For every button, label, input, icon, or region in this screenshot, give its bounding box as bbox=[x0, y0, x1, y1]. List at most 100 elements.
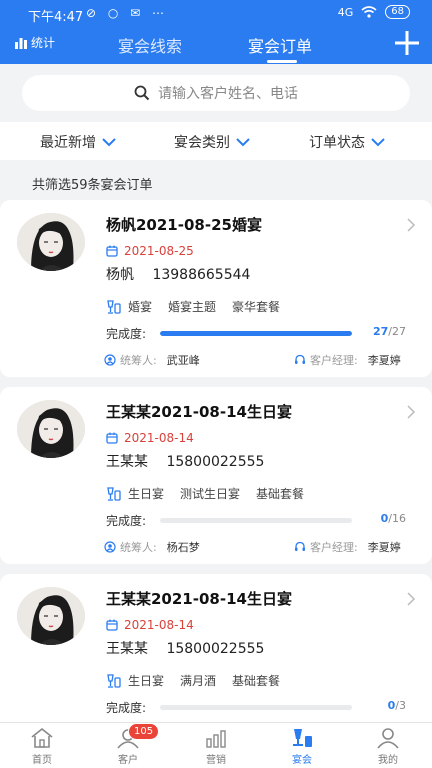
avatar bbox=[17, 213, 85, 271]
search-input[interactable]: 请输入客户姓名、电话 bbox=[22, 75, 410, 111]
filter-recent-label: 最近新增 bbox=[40, 135, 96, 151]
order-date: 2021-08-14 bbox=[124, 431, 194, 445]
order-tag: 婚宴 bbox=[128, 300, 153, 314]
calendar-icon bbox=[106, 432, 118, 444]
order-date: 2021-08-14 bbox=[124, 618, 194, 632]
order-contact: 王某某 15800022555 bbox=[106, 451, 264, 471]
headset-icon bbox=[295, 541, 305, 551]
active-tab-indicator bbox=[267, 60, 297, 63]
customer-badge: 105 bbox=[128, 723, 160, 740]
order-tag: 婚宴主题 bbox=[168, 300, 217, 314]
avatar bbox=[17, 400, 85, 458]
status-notification-icons: ⊘ ○ ✉ ⋯ bbox=[86, 6, 169, 20]
banquet-icon bbox=[293, 729, 312, 747]
banquet-type-icon bbox=[107, 299, 121, 314]
manager: 客户经理: 李夏婷 bbox=[294, 352, 401, 368]
order-tags: 生日宴 测试生日宴 基础套餐 bbox=[106, 485, 320, 502]
progress-count: 27/27 bbox=[373, 325, 406, 338]
tab-banquet-orders[interactable]: 宴会订单 bbox=[248, 33, 312, 57]
order-tags: 生日宴 满月酒 基础套餐 bbox=[106, 672, 296, 689]
result-summary: 共筛选59条宴会订单 bbox=[32, 178, 153, 193]
order-tag: 生日宴 bbox=[128, 487, 165, 501]
order-date-row: 2021-08-25 bbox=[106, 244, 194, 258]
nav-banquet[interactable]: 宴会 bbox=[272, 727, 332, 766]
order-title: 王某某2021-08-14生日宴 bbox=[106, 590, 292, 608]
progress-row: 完成度: 0/16 bbox=[106, 512, 412, 528]
chevron-down-icon bbox=[236, 137, 250, 146]
home-icon bbox=[31, 727, 53, 748]
order-tag: 满月酒 bbox=[180, 674, 217, 688]
search-icon bbox=[134, 85, 150, 101]
order-tag: 豪华套餐 bbox=[232, 300, 281, 314]
filter-banquet-type-label: 宴会类别 bbox=[174, 135, 230, 151]
progress-label: 完成度: bbox=[106, 514, 147, 528]
order-tag: 基础套餐 bbox=[256, 487, 305, 501]
status-bar: 下午4:47 ⊘ ○ ✉ ⋯ 4G 68 bbox=[0, 0, 432, 28]
top-bar: 下午4:47 ⊘ ○ ✉ ⋯ 4G 68 统计 宴会线索 宴会订单 bbox=[0, 0, 432, 64]
coordinator-name: 武亚峰 bbox=[166, 354, 200, 367]
progress-row: 完成度: 27/27 bbox=[106, 325, 412, 341]
customer-name: 王某某 bbox=[106, 641, 148, 657]
nav-customers[interactable]: 客户 105 bbox=[98, 723, 160, 766]
order-title: 杨帆2021-08-25婚宴 bbox=[106, 216, 262, 234]
bottom-nav: 首页 客户 105 营销 宴会 我的 bbox=[0, 722, 432, 768]
banquet-type-icon bbox=[107, 486, 121, 501]
coordinator-label: 统筹人: bbox=[120, 354, 157, 367]
nav-marketing[interactable]: 营销 bbox=[186, 727, 246, 766]
network-label: 4G bbox=[337, 5, 354, 19]
customer-name: 王某某 bbox=[106, 454, 148, 470]
progress-fill bbox=[160, 331, 352, 336]
progress-done: 27 bbox=[372, 325, 389, 338]
customer-name: 杨帆 bbox=[106, 267, 134, 283]
coordinator: 统筹人: 杨石梦 bbox=[104, 539, 200, 555]
progress-label: 完成度: bbox=[106, 701, 147, 715]
marketing-icon bbox=[206, 730, 226, 748]
chevron-down-icon bbox=[371, 137, 385, 146]
status-time: 下午4:47 bbox=[28, 10, 84, 25]
profile-icon bbox=[377, 728, 399, 749]
manager-name: 李夏婷 bbox=[367, 354, 401, 367]
order-card[interactable]: 王某某2021-08-14生日宴 2021-08-14 王某某 15800022… bbox=[0, 387, 432, 564]
manager-label: 客户经理: bbox=[310, 541, 358, 554]
filter-order-status-label: 订单状态 bbox=[309, 135, 365, 151]
progress-bar bbox=[160, 518, 352, 523]
order-tag: 生日宴 bbox=[128, 674, 165, 688]
filter-banquet-type[interactable]: 宴会类别 bbox=[174, 132, 250, 152]
status-right: 4G 68 bbox=[338, 5, 410, 19]
progress-row: 完成度: 0/3 bbox=[106, 699, 412, 715]
order-tag: 测试生日宴 bbox=[180, 487, 241, 501]
filter-recent[interactable]: 最近新增 bbox=[40, 132, 116, 152]
customer-phone: 15800022555 bbox=[166, 641, 265, 657]
statistics-button[interactable]: 统计 bbox=[14, 34, 55, 51]
progress-bar bbox=[160, 705, 352, 710]
add-icon[interactable] bbox=[392, 28, 422, 58]
order-contact: 王某某 15800022555 bbox=[106, 638, 264, 658]
chevron-right-icon bbox=[407, 218, 416, 232]
order-card[interactable]: 杨帆2021-08-25婚宴 2021-08-25 杨帆 13988665544 bbox=[0, 200, 432, 377]
filter-bar: 最近新增 宴会类别 订单状态 bbox=[0, 122, 432, 160]
nav-me[interactable]: 我的 bbox=[358, 727, 418, 766]
filter-order-status[interactable]: 订单状态 bbox=[309, 132, 385, 152]
nav-customers-label: 客户 bbox=[118, 755, 138, 766]
nav-marketing-label: 营销 bbox=[206, 755, 226, 766]
chevron-right-icon bbox=[407, 592, 416, 606]
order-date-row: 2021-08-14 bbox=[106, 618, 194, 632]
coordinator: 统筹人: 武亚峰 bbox=[104, 352, 200, 368]
banquet-type-icon bbox=[107, 673, 121, 688]
customer-phone: 13988665544 bbox=[152, 267, 251, 283]
avatar bbox=[17, 587, 85, 645]
wifi-icon bbox=[361, 6, 377, 18]
coordinator-icon bbox=[104, 541, 116, 553]
coordinator-icon bbox=[104, 354, 116, 366]
calendar-icon bbox=[106, 245, 118, 257]
order-date: 2021-08-25 bbox=[124, 244, 194, 258]
progress-bar bbox=[160, 331, 352, 336]
order-title: 王某某2021-08-14生日宴 bbox=[106, 403, 292, 421]
headset-icon bbox=[295, 354, 305, 364]
tab-banquet-leads[interactable]: 宴会线索 bbox=[118, 33, 182, 57]
avatar-image bbox=[17, 400, 85, 458]
chevron-down-icon bbox=[102, 137, 116, 146]
manager: 客户经理: 李夏婷 bbox=[294, 539, 401, 555]
nav-me-label: 我的 bbox=[378, 755, 398, 766]
nav-home[interactable]: 首页 bbox=[12, 727, 72, 766]
